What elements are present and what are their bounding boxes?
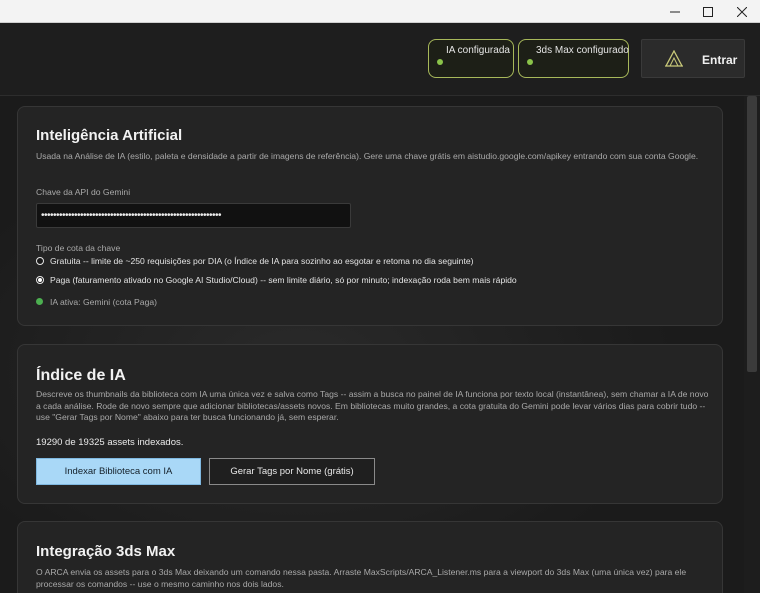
api-key-label: Chave da API do Gemini — [36, 187, 131, 197]
vertical-scrollbar[interactable] — [744, 96, 760, 593]
ai-index-card: Índice de IA Descreve os thumbnails da b… — [17, 344, 723, 504]
settings-content: Inteligência Artificial Usada na Análise… — [0, 96, 744, 593]
max-status-label: 3ds Max configurado — [536, 45, 629, 56]
generate-tags-button[interactable]: Gerar Tags por Nome (grátis) — [209, 458, 375, 485]
radio-unchecked-icon[interactable] — [36, 257, 44, 265]
api-key-input[interactable]: ••••••••••••••••••••••••••••••••••••••••… — [36, 203, 351, 228]
ai-active-status-label: IA ativa: Gemini (cota Paga) — [50, 297, 157, 307]
max-card-title: Integração 3ds Max — [36, 543, 176, 560]
max-integration-card: Integração 3ds Max O ARCA envia os asset… — [17, 521, 723, 593]
ai-card-description: Usada na Análise de IA (estilo, paleta e… — [36, 151, 699, 161]
indexed-count: 19290 de 19325 assets indexados. — [36, 437, 184, 448]
ai-status-label: IA configurada — [446, 45, 510, 56]
ai-settings-card: Inteligência Artificial Usada na Análise… — [17, 106, 723, 326]
window-titlebar — [0, 0, 760, 23]
max-status-badge[interactable]: 3ds Max configurado — [518, 39, 629, 78]
status-dot-icon — [437, 59, 443, 65]
active-dot-icon — [36, 298, 43, 305]
max-card-description: O ARCA envia os assets para o 3ds Max de… — [36, 567, 687, 589]
arca-logo-icon — [664, 49, 684, 71]
radio-checked-icon[interactable] — [36, 276, 44, 284]
index-card-title: Índice de IA — [36, 367, 126, 384]
app-header: IA configurada 3ds Max configurado Entra… — [0, 23, 760, 96]
maximize-icon[interactable] — [691, 0, 725, 23]
scrollbar-thumb[interactable] — [747, 96, 757, 372]
status-dot-icon — [527, 59, 533, 65]
index-card-description: Descreve os thumbnails da biblioteca com… — [36, 389, 709, 422]
close-icon[interactable] — [725, 0, 759, 23]
quota-option-free-label: Gratuita -- limite de ~250 requisições p… — [50, 256, 474, 266]
ai-status-badge[interactable]: IA configurada — [428, 39, 514, 78]
ai-card-title: Inteligência Artificial — [36, 127, 183, 144]
quota-option-paid-label: Paga (faturamento ativado no Google AI S… — [50, 275, 517, 285]
quota-type-label: Tipo de cota da chave — [36, 243, 121, 253]
index-library-button[interactable]: Indexar Biblioteca com IA — [36, 458, 201, 485]
login-button[interactable]: Entrar — [641, 39, 745, 78]
minimize-icon[interactable] — [658, 0, 692, 23]
login-label: Entrar — [702, 53, 738, 67]
